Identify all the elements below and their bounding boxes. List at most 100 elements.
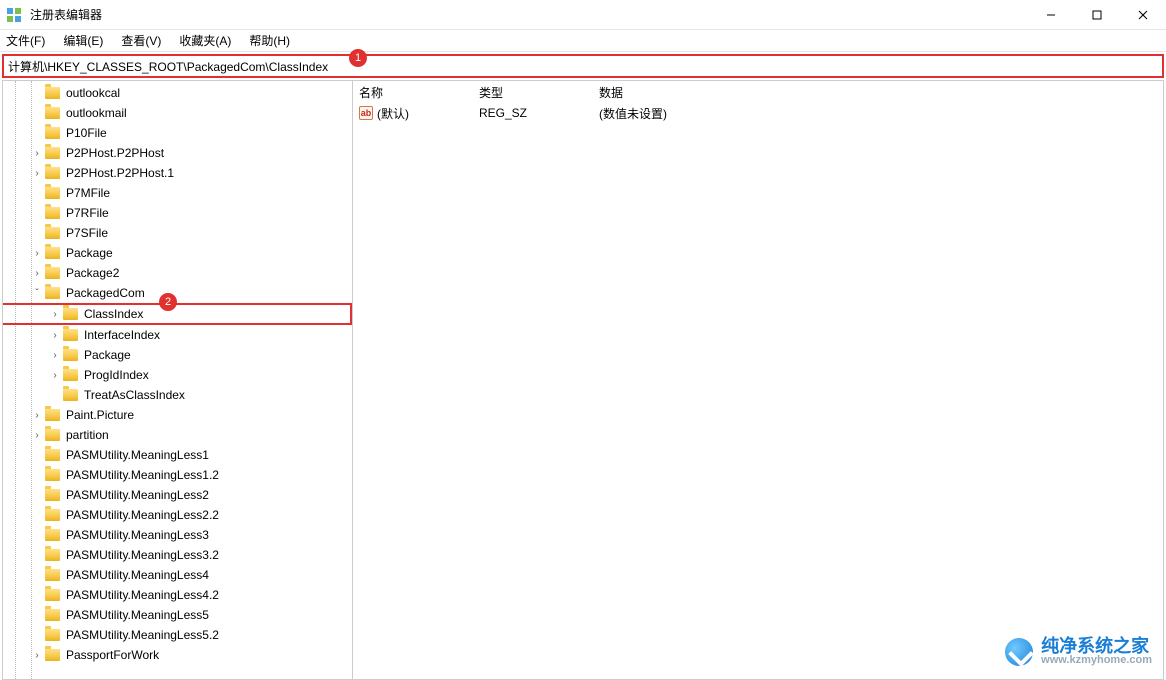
chevron-right-icon[interactable]: ›	[49, 350, 61, 361]
tree-item[interactable]: › P2PHost.P2PHost.1	[3, 163, 352, 183]
chevron-right-icon[interactable]: ›	[31, 650, 43, 661]
tree-item[interactable]: P7MFile	[3, 183, 352, 203]
tree-item[interactable]: outlookmail	[3, 103, 352, 123]
folder-icon	[63, 389, 78, 401]
address-bar[interactable]: 计算机\HKEY_CLASSES_ROOT\PackagedCom\ClassI…	[2, 54, 1164, 78]
tree-item-label: partition	[66, 428, 109, 442]
tree-item[interactable]: PASMUtility.MeaningLess2.2	[3, 505, 352, 525]
folder-icon	[45, 449, 60, 461]
tree-item[interactable]: P7RFile	[3, 203, 352, 223]
app-icon	[6, 7, 22, 23]
tree-item[interactable]: TreatAsClassIndex	[3, 385, 352, 405]
tree-item[interactable]: outlookcal	[3, 83, 352, 103]
values-pane: 名称 类型 数据 ab (默认) REG_SZ (数值未设置)	[353, 81, 1163, 679]
folder-icon	[63, 349, 78, 361]
folder-icon	[45, 649, 60, 661]
tree-item-label: PASMUtility.MeaningLess3.2	[66, 548, 219, 562]
menu-favorites[interactable]: 收藏夹(A)	[179, 32, 231, 49]
chevron-right-icon[interactable]: ›	[31, 248, 43, 259]
col-type[interactable]: 类型	[473, 84, 593, 101]
folder-icon	[45, 167, 60, 179]
menu-edit[interactable]: 编辑(E)	[63, 32, 103, 49]
folder-icon	[45, 87, 60, 99]
folder-icon	[45, 207, 60, 219]
watermark-title: 纯净系统之家	[1041, 637, 1152, 655]
folder-icon	[45, 227, 60, 239]
chevron-right-icon[interactable]: ›	[31, 268, 43, 279]
tree-item-label: PASMUtility.MeaningLess4	[66, 568, 209, 582]
tree-item-label: PASMUtility.MeaningLess3	[66, 528, 209, 542]
close-button[interactable]	[1120, 0, 1166, 30]
folder-icon	[45, 529, 60, 541]
folder-icon	[45, 629, 60, 641]
chevron-right-icon[interactable]: ›	[31, 430, 43, 441]
chevron-right-icon[interactable]: ›	[31, 168, 43, 179]
tree-item[interactable]: ›Package	[3, 243, 352, 263]
tree-item[interactable]: ˇ PackagedCom	[3, 283, 352, 303]
tree-item[interactable]: ›PassportForWork	[3, 645, 352, 665]
tree-item-label: Package	[84, 348, 131, 362]
column-headers[interactable]: 名称 类型 数据	[353, 81, 1163, 103]
tree-item-label: PASMUtility.MeaningLess4.2	[66, 588, 219, 602]
menu-help[interactable]: 帮助(H)	[249, 32, 290, 49]
tree-item-label: Paint.Picture	[66, 408, 134, 422]
maximize-button[interactable]	[1074, 0, 1120, 30]
tree-item[interactable]: ›ClassIndex	[3, 303, 352, 325]
col-name[interactable]: 名称	[353, 84, 473, 101]
folder-icon	[63, 329, 78, 341]
tree-item[interactable]: P7SFile	[3, 223, 352, 243]
tree-item[interactable]: › P2PHost.P2PHost	[3, 143, 352, 163]
tree-item[interactable]: PASMUtility.MeaningLess5	[3, 605, 352, 625]
tree-item-label: P2PHost.P2PHost.1	[66, 166, 174, 180]
folder-icon	[45, 107, 60, 119]
tree-item[interactable]: PASMUtility.MeaningLess1.2	[3, 465, 352, 485]
tree-item[interactable]: › Package	[3, 345, 352, 365]
tree-item-label: Package2	[66, 266, 119, 280]
folder-icon	[45, 247, 60, 259]
tree-item[interactable]: P10File	[3, 123, 352, 143]
tree-item-label: P10File	[66, 126, 107, 140]
title-bar: 注册表编辑器	[0, 0, 1166, 30]
chevron-right-icon[interactable]: ›	[31, 410, 43, 421]
annotation-1: 1	[349, 49, 367, 67]
tree-item-label: P2PHost.P2PHost	[66, 146, 164, 160]
menu-bar: 文件(F) 编辑(E) 查看(V) 收藏夹(A) 帮助(H)	[0, 30, 1166, 52]
folder-icon	[45, 549, 60, 561]
col-data[interactable]: 数据	[593, 84, 1163, 101]
tree-item[interactable]: › Package2	[3, 263, 352, 283]
menu-view[interactable]: 查看(V)	[121, 32, 161, 49]
watermark: 纯净系统之家 www.kzmyhome.com	[1005, 637, 1152, 666]
chevron-right-icon[interactable]: ›	[49, 370, 61, 381]
chevron-right-icon[interactable]: ›	[49, 309, 61, 320]
chevron-right-icon[interactable]: ›	[31, 148, 43, 159]
tree-item[interactable]: ›InterfaceIndex	[3, 325, 352, 345]
tree-item[interactable]: › partition	[3, 425, 352, 445]
menu-file[interactable]: 文件(F)	[6, 32, 45, 49]
tree-item-label: PackagedCom	[66, 286, 145, 300]
tree-item[interactable]: ›ProgIdIndex	[3, 365, 352, 385]
tree-item-label: P7RFile	[66, 206, 109, 220]
tree-pane[interactable]: outlookcaloutlookmail P10File › P2PHost.P2P…	[3, 81, 353, 679]
folder-icon	[45, 609, 60, 621]
chevron-right-icon[interactable]: ›	[49, 330, 61, 341]
chevron-down-icon[interactable]: ˇ	[31, 288, 43, 299]
tree-item[interactable]: › Paint.Picture	[3, 405, 352, 425]
main-area: outlookcaloutlookmail P10File › P2PHost.P2P…	[2, 80, 1164, 680]
value-type: REG_SZ	[473, 106, 593, 120]
minimize-button[interactable]	[1028, 0, 1074, 30]
tree-item-label: PASMUtility.MeaningLess2.2	[66, 508, 219, 522]
tree-item[interactable]: PASMUtility.MeaningLess3	[3, 525, 352, 545]
tree-item[interactable]: PASMUtility.MeaningLess2	[3, 485, 352, 505]
tree-item[interactable]: PASMUtility.MeaningLess1	[3, 445, 352, 465]
value-row[interactable]: ab (默认) REG_SZ (数值未设置)	[353, 103, 1163, 123]
tree-item[interactable]: PASMUtility.MeaningLess4	[3, 565, 352, 585]
tree-item-label: TreatAsClassIndex	[84, 388, 185, 402]
tree-item-label: PASMUtility.MeaningLess5.2	[66, 628, 219, 642]
tree-item-label: PASMUtility.MeaningLess1.2	[66, 468, 219, 482]
folder-icon	[45, 569, 60, 581]
tree-item[interactable]: PASMUtility.MeaningLess4.2	[3, 585, 352, 605]
watermark-icon	[1005, 638, 1033, 666]
watermark-url: www.kzmyhome.com	[1041, 655, 1152, 666]
tree-item[interactable]: PASMUtility.MeaningLess5.2	[3, 625, 352, 645]
tree-item[interactable]: PASMUtility.MeaningLess3.2	[3, 545, 352, 565]
